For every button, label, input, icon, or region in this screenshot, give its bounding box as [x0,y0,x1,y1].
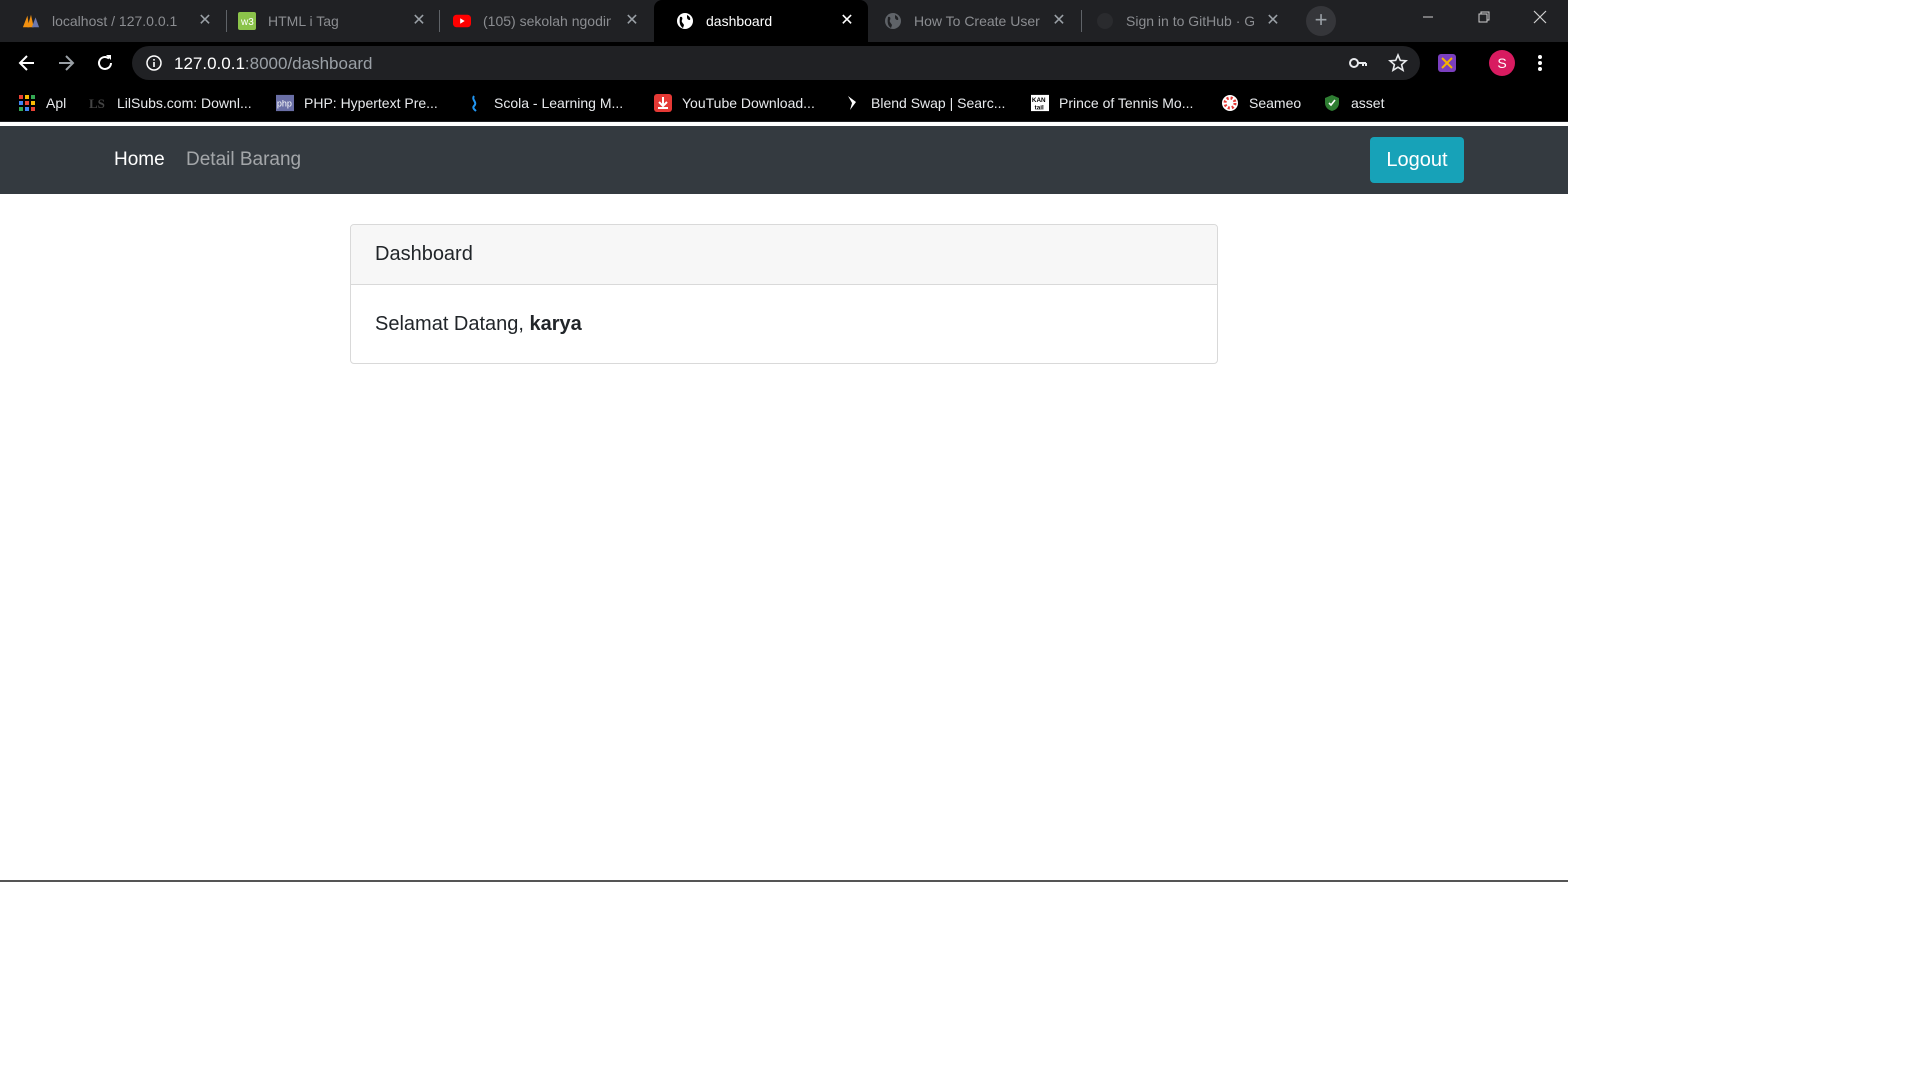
more-vert-icon[interactable] [1530,53,1550,73]
star-icon[interactable] [1388,53,1408,73]
tab-html-i-tag[interactable]: w3 HTML i Tag ✕ [216,0,440,42]
url-text[interactable]: 127.0.0.1:8000/dashboard [174,54,373,74]
blendswap-icon [843,94,861,112]
svg-text:KAN: KAN [1032,97,1046,104]
globe-icon [676,12,694,30]
arrow-left-icon [18,55,34,71]
bookmark-label: Blend Swap | Searc... [871,95,1006,111]
tab-github[interactable]: Sign in to GitHub · GitHub ✕ [1074,0,1294,42]
close-icon[interactable]: ✕ [196,12,214,30]
bookmark-label: YouTube Download... [682,95,815,111]
forward-button[interactable] [52,49,80,77]
close-icon[interactable]: ✕ [1264,12,1282,30]
tab-youtube[interactable]: (105) sekolah ngoding ✕ [431,0,653,42]
close-icon[interactable]: ✕ [623,12,641,30]
bookmark-label: PHP: Hypertext Pre... [304,95,438,111]
tab-title: Sign in to GitHub · GitHub [1126,13,1254,29]
tab-title: HTML i Tag [268,13,339,29]
extension-icon[interactable] [1437,53,1457,73]
url-path: :8000/dashboard [244,54,373,73]
card-body: Selamat Datang, karya [351,285,1217,363]
minimize-icon [1423,16,1433,18]
lilsubs-icon: LS [89,94,107,112]
bookmark-seameo[interactable]: Seameo [1221,84,1301,122]
tab-strip: localhost / 127.0.0.1 ✕ w3 HTML i Tag ✕ … [0,0,1568,42]
minimize-button[interactable] [1400,0,1456,34]
bookmark-apps[interactable]: Apl [18,84,66,122]
youtube-icon [453,12,471,30]
w3schools-icon: w3 [238,12,256,30]
info-icon[interactable] [146,55,162,71]
browser-toolbar: 127.0.0.1:8000/dashboard S [0,42,1568,84]
reload-button[interactable] [91,49,119,77]
github-icon [1096,12,1114,30]
bookmark-prince-of-tennis[interactable]: KAN tail Prince of Tennis Mo... [1031,84,1193,122]
arrow-right-icon [59,55,75,71]
nav-home-link[interactable]: Home [114,149,165,171]
tab-how-to-create-user[interactable]: How To Create User ✕ [862,0,1080,42]
apps-grid-icon [18,94,36,112]
restore-button[interactable] [1456,0,1512,34]
bookmarks-bar: Apl LS LilSubs.com: Downl... php PHP: Hy… [0,84,1568,122]
address-bar[interactable]: 127.0.0.1:8000/dashboard [132,46,1420,80]
close-icon[interactable]: ✕ [838,12,856,30]
php-icon: php [276,94,294,112]
close-icon[interactable]: ✕ [1050,12,1068,30]
svg-text:LS: LS [89,96,105,111]
new-tab-button[interactable]: + [1306,6,1336,36]
bookmark-php[interactable]: php PHP: Hypertext Pre... [276,84,438,122]
seameo-icon [1221,94,1239,112]
download-icon [654,94,672,112]
dashboard-card: Dashboard Selamat Datang, karya [350,224,1218,364]
nav-detail-barang-link[interactable]: Detail Barang [186,149,301,171]
bookmark-label: Apl [46,95,67,111]
close-icon [1533,10,1547,24]
svg-text:w3: w3 [240,17,254,28]
key-icon[interactable] [1348,53,1368,73]
svg-text:tail: tail [1035,104,1044,111]
bookmark-asset[interactable]: asset [1323,84,1384,122]
bookmark-label: Prince of Tennis Mo... [1059,95,1194,111]
greeting-text: Selamat Datang, [375,312,530,335]
kanal-icon: KAN tail [1031,94,1049,112]
tab-title: dashboard [706,13,773,29]
tab-title: How To Create User [914,13,1040,29]
bookmark-label: LilSubs.com: Downl... [117,95,252,111]
bookmark-blendswap[interactable]: Blend Swap | Searc... [843,84,1005,122]
bottom-divider [0,880,1568,882]
globe-icon [884,12,902,30]
username: karya [529,312,582,335]
bookmark-youtube-download[interactable]: YouTube Download... [654,84,815,122]
url-host: 127.0.0.1 [174,54,245,73]
shield-icon [1323,94,1341,112]
bookmark-label: Seameo [1249,95,1302,111]
bookmark-lilsubs[interactable]: LS LilSubs.com: Downl... [89,84,252,122]
svg-text:php: php [277,99,292,109]
close-window-button[interactable] [1512,0,1568,34]
bookmark-label: Scola - Learning M... [494,95,624,111]
tab-dashboard[interactable]: dashboard ✕ [654,0,868,42]
scola-icon [466,94,484,112]
tab-title: localhost / 127.0.0.1 [52,13,178,29]
bookmark-scola[interactable]: Scola - Learning M... [466,84,623,122]
restore-icon [1478,11,1490,23]
profile-avatar[interactable]: S [1489,50,1515,76]
close-icon[interactable]: ✕ [410,12,428,30]
phpmyadmin-icon [22,12,40,30]
card-header: Dashboard [351,225,1217,285]
tab-title: (105) sekolah ngoding [483,13,611,29]
bookmark-label: asset [1351,95,1385,111]
back-button[interactable] [13,49,41,77]
site-navbar: Home Detail Barang Logout [0,126,1568,194]
reload-icon [98,55,112,70]
tab-phpmyadmin[interactable]: localhost / 127.0.0.1 ✕ [0,0,226,42]
logout-button[interactable]: Logout [1370,137,1464,183]
